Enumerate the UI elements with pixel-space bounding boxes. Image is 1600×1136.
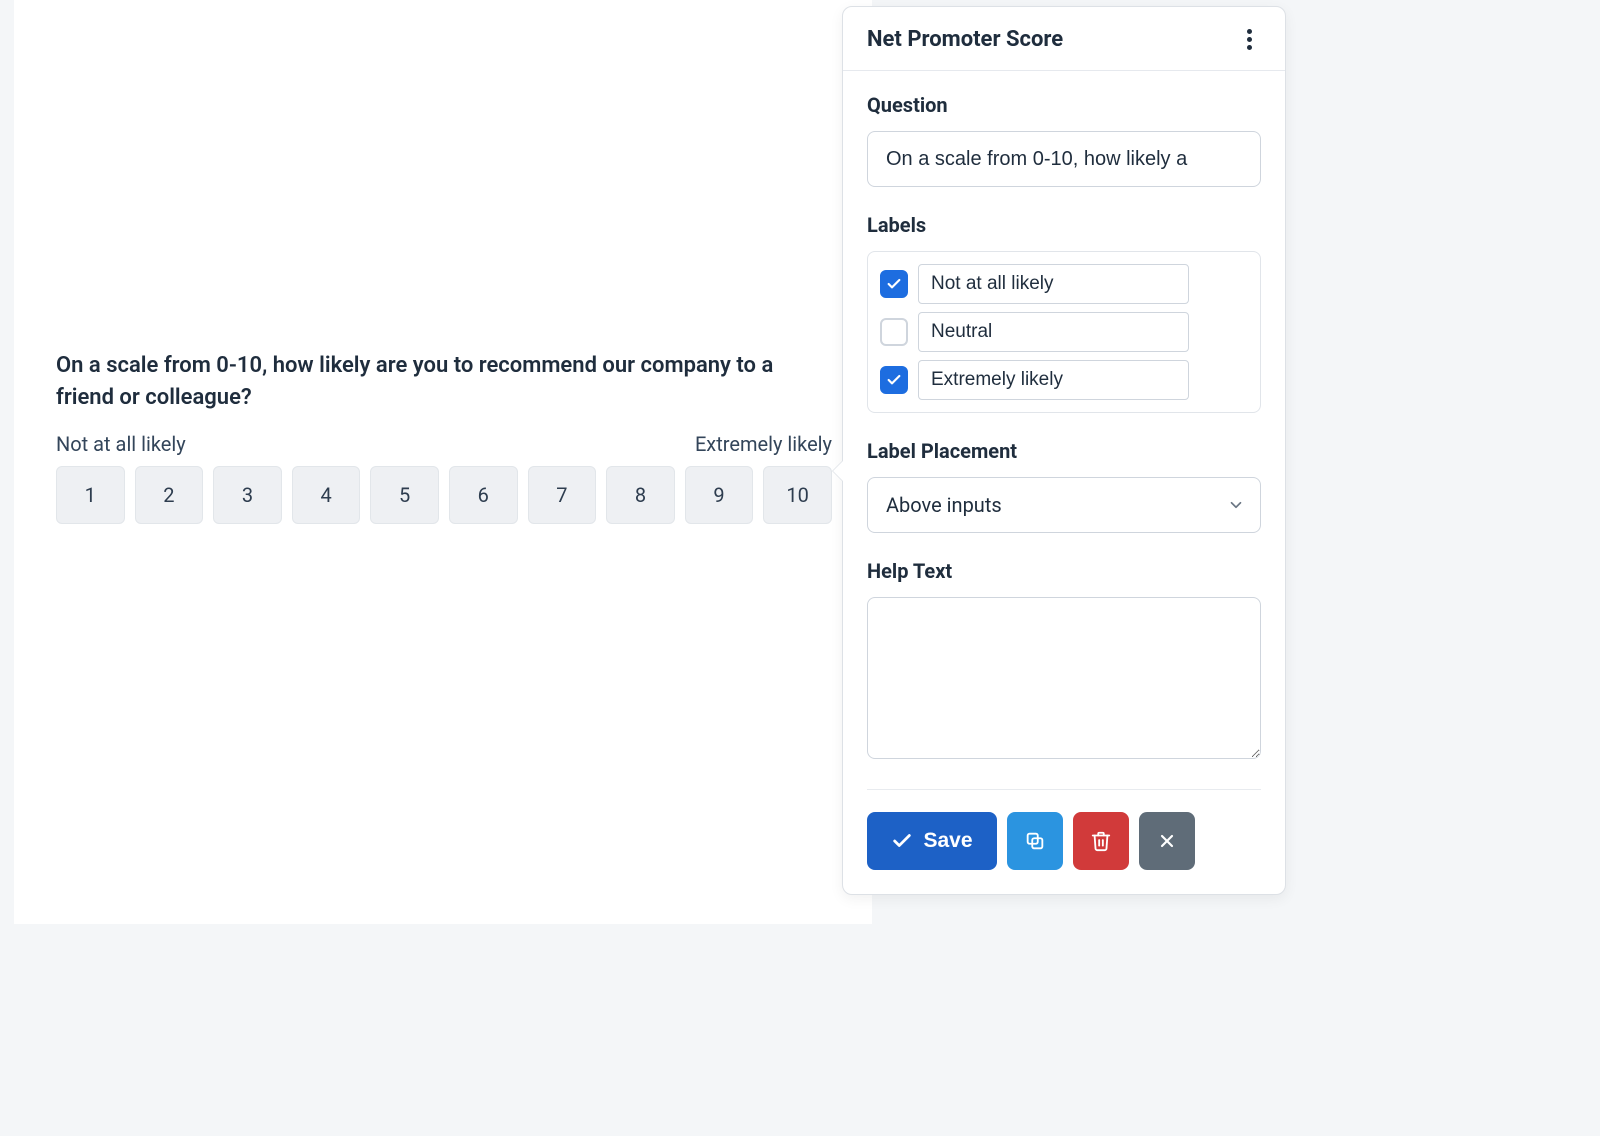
preview-right-label: Extremely likely xyxy=(695,432,832,456)
question-section-title: Question xyxy=(867,93,1261,117)
nps-option[interactable]: 7 xyxy=(528,466,597,524)
label-row xyxy=(880,360,1248,400)
nps-option[interactable]: 9 xyxy=(685,466,754,524)
nps-option[interactable]: 4 xyxy=(292,466,361,524)
nps-option[interactable]: 8 xyxy=(606,466,675,524)
nps-preview: On a scale from 0-10, how likely are you… xyxy=(56,350,832,524)
delete-button[interactable] xyxy=(1073,812,1129,870)
label-text-input[interactable] xyxy=(918,360,1189,400)
label-placement-value: Above inputs xyxy=(886,493,1002,517)
nps-option[interactable]: 5 xyxy=(370,466,439,524)
label-text-input[interactable] xyxy=(918,264,1189,304)
close-icon xyxy=(1157,831,1177,851)
save-button-label: Save xyxy=(923,829,972,853)
more-options-icon[interactable] xyxy=(1237,28,1261,52)
save-button[interactable]: Save xyxy=(867,812,997,870)
help-text-input[interactable] xyxy=(867,597,1261,759)
placement-section-title: Label Placement xyxy=(867,439,1261,463)
settings-panel: Net Promoter Score Question Labels Label… xyxy=(842,6,1286,895)
nps-options-row: 12345678910 xyxy=(56,466,832,524)
preview-scale-labels: Not at all likely Extremely likely xyxy=(56,432,832,456)
preview-left-label: Not at all likely xyxy=(56,432,186,456)
label-row xyxy=(880,264,1248,304)
nps-option[interactable]: 2 xyxy=(135,466,204,524)
question-input[interactable] xyxy=(867,131,1261,187)
label-enabled-checkbox[interactable] xyxy=(880,366,908,394)
panel-title: Net Promoter Score xyxy=(867,27,1063,52)
labels-section-title: Labels xyxy=(867,213,1261,237)
nps-option[interactable]: 3 xyxy=(213,466,282,524)
duplicate-button[interactable] xyxy=(1007,812,1063,870)
trash-icon xyxy=(1090,830,1112,852)
preview-question-text: On a scale from 0-10, how likely are you… xyxy=(56,350,832,414)
help-section-title: Help Text xyxy=(867,559,1261,583)
labels-editor xyxy=(867,251,1261,413)
nps-option[interactable]: 6 xyxy=(449,466,518,524)
label-row xyxy=(880,312,1248,352)
check-icon xyxy=(891,830,913,852)
nps-option[interactable]: 1 xyxy=(56,466,125,524)
label-text-input[interactable] xyxy=(918,312,1189,352)
label-placement-select[interactable]: Above inputs xyxy=(867,477,1261,533)
label-enabled-checkbox[interactable] xyxy=(880,318,908,346)
label-enabled-checkbox[interactable] xyxy=(880,270,908,298)
copy-icon xyxy=(1024,830,1046,852)
close-button[interactable] xyxy=(1139,812,1195,870)
nps-option[interactable]: 10 xyxy=(763,466,832,524)
